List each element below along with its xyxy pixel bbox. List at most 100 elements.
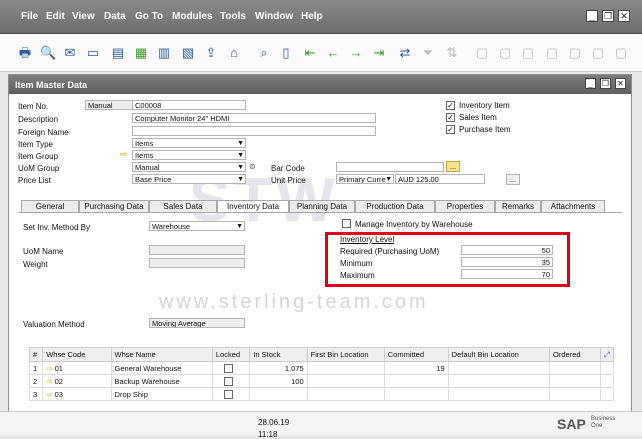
gross-profit-icon[interactable]: ▢: [544, 45, 560, 61]
export-excel-icon[interactable]: ▦: [133, 45, 149, 61]
tab-remarks[interactable]: Remarks: [495, 200, 541, 212]
link-arrow-icon[interactable]: ⇨: [120, 150, 128, 159]
expand-icon[interactable]: ⤢: [599, 347, 615, 362]
col-committed[interactable]: Committed: [383, 347, 449, 362]
launch-app-icon[interactable]: ⇪: [203, 45, 219, 61]
item-no-field[interactable]: C00008: [132, 100, 246, 110]
filter-icon[interactable]: ⏷: [420, 45, 436, 61]
menu-window[interactable]: Window: [255, 11, 293, 22]
first-record-icon[interactable]: ⇤: [302, 45, 318, 61]
define-uom-icon[interactable]: ⊜: [249, 162, 256, 171]
locked-checkbox[interactable]: [223, 376, 233, 386]
export-pdf-icon[interactable]: ▧: [180, 45, 196, 61]
link-arrow-icon[interactable]: ⇨: [46, 364, 52, 373]
table-row[interactable]: 3 ⇨ 03 Drop Ship: [28, 387, 615, 401]
locked-checkbox[interactable]: [223, 389, 233, 399]
whse-code-cell[interactable]: ⇨ 01: [42, 361, 112, 375]
whse-name-cell: General Warehouse: [110, 361, 213, 375]
tab-general[interactable]: General: [21, 200, 79, 212]
col-num[interactable]: #: [28, 347, 44, 362]
close-app-button[interactable]: ✕: [618, 10, 630, 22]
col-first-bin[interactable]: First Bin Location: [306, 347, 385, 362]
uom-name-field[interactable]: [149, 245, 245, 255]
minimize-app-button[interactable]: _: [586, 10, 598, 22]
base-document-icon[interactable]: ▢: [474, 45, 490, 61]
tab-properties[interactable]: Properties: [435, 200, 495, 212]
item-no-value: C00008: [135, 101, 162, 110]
inventory-item-checkbox[interactable]: ✓: [446, 101, 455, 110]
description-field[interactable]: Computer Monitor 24" HDMI: [132, 113, 376, 123]
tab-planning-data[interactable]: Planning Data: [289, 200, 355, 212]
menu-modules[interactable]: Modules: [172, 11, 213, 22]
price-list-select[interactable]: Base Price ▼: [132, 174, 246, 184]
menu-goto[interactable]: Go To: [135, 11, 163, 22]
payment-means-icon[interactable]: ▢: [567, 45, 583, 61]
locked-checkbox[interactable]: [223, 363, 233, 373]
target-document-icon[interactable]: ▢: [497, 45, 513, 61]
print-icon[interactable]: 🖶: [17, 45, 33, 61]
item-group-select[interactable]: Items ▼: [132, 150, 246, 160]
bar-code-lookup-button[interactable]: ...: [446, 161, 460, 172]
sort-icon[interactable]: ⇅: [444, 45, 460, 61]
next-record-icon[interactable]: →: [348, 45, 364, 61]
menu-edit[interactable]: Edit: [46, 11, 65, 22]
restore-window-button[interactable]: ❐: [600, 78, 611, 89]
email-icon[interactable]: ✉: [62, 45, 78, 61]
col-in-stock[interactable]: In Stock: [249, 347, 308, 362]
whse-code: 03: [54, 389, 63, 399]
valuation-method-field: Moving Average: [149, 318, 245, 328]
whse-code-cell[interactable]: ⇨ 03: [42, 387, 112, 401]
tab-purchasing-data[interactable]: Purchasing Data: [79, 200, 149, 212]
previous-record-icon[interactable]: ←: [325, 45, 341, 61]
whse-code-cell[interactable]: ⇨ 02: [42, 374, 112, 388]
first-bin-cell: [306, 361, 385, 375]
export-word-icon[interactable]: ▥: [156, 45, 172, 61]
journal-entry-icon[interactable]: ▢: [520, 45, 536, 61]
form-settings-icon[interactable]: ▢: [590, 45, 606, 61]
set-inv-method-select[interactable]: Warehouse ▼: [149, 221, 245, 231]
highlight-box: [325, 232, 570, 287]
item-group-value: Items: [135, 151, 154, 160]
lock-screen-icon[interactable]: ⌂: [226, 45, 242, 61]
item-type-select[interactable]: Items ▼: [132, 138, 246, 148]
minimize-window-button[interactable]: _: [585, 78, 596, 89]
table-row[interactable]: 1 ⇨ 01 General Warehouse 1,075 19: [28, 361, 615, 375]
foreign-name-field[interactable]: [132, 126, 376, 136]
tab-production-data[interactable]: Production Data: [355, 200, 435, 212]
link-arrow-icon[interactable]: ⇨: [46, 377, 52, 386]
bar-code-field[interactable]: [336, 162, 444, 172]
menu-file[interactable]: File: [21, 11, 38, 22]
close-window-button[interactable]: ✕: [615, 78, 626, 89]
table-row[interactable]: 2 ⇨ 02 Backup Warehouse 100: [28, 374, 615, 388]
link-arrow-icon[interactable]: ⇨: [46, 390, 52, 399]
manage-by-warehouse-checkbox[interactable]: [342, 219, 351, 228]
tab-attachments[interactable]: Attachments: [541, 200, 605, 212]
unit-price-field[interactable]: AUD 125.00: [395, 174, 485, 184]
menu-view[interactable]: View: [72, 11, 95, 22]
fax-icon[interactable]: ▤: [110, 45, 126, 61]
purchase-item-checkbox[interactable]: ✓: [446, 125, 455, 134]
item-no-series-field[interactable]: Manual: [85, 100, 133, 110]
sales-item-checkbox[interactable]: ✓: [446, 113, 455, 122]
print-preview-icon[interactable]: 🔍: [40, 45, 56, 61]
menu-data[interactable]: Data: [104, 11, 126, 22]
tab-sales-data[interactable]: Sales Data: [149, 200, 217, 212]
col-ordered[interactable]: Ordered: [549, 347, 601, 362]
col-default-bin[interactable]: Default Bin Location: [447, 347, 551, 362]
find-icon[interactable]: ⌕: [256, 45, 272, 61]
last-record-icon[interactable]: ⇥: [371, 45, 387, 61]
weight-field[interactable]: [149, 258, 245, 268]
col-whse-code[interactable]: Whse Code: [42, 347, 112, 362]
help-icon[interactable]: ▢: [613, 45, 629, 61]
refresh-icon[interactable]: ⇄: [397, 45, 413, 61]
menu-help[interactable]: Help: [301, 11, 323, 22]
sms-icon[interactable]: ▭: [85, 45, 101, 61]
uom-group-select[interactable]: Manual ▼: [132, 162, 246, 172]
menu-tools[interactable]: Tools: [220, 11, 246, 22]
add-icon[interactable]: ▯: [278, 45, 294, 61]
unit-price-more-button[interactable]: ...: [506, 174, 520, 185]
unit-price-list-select[interactable]: Primary Curre ▼: [336, 174, 394, 184]
restore-app-button[interactable]: ❐: [602, 10, 614, 22]
col-whse-name[interactable]: Whse Name: [110, 347, 213, 362]
col-locked[interactable]: Locked: [211, 347, 251, 362]
